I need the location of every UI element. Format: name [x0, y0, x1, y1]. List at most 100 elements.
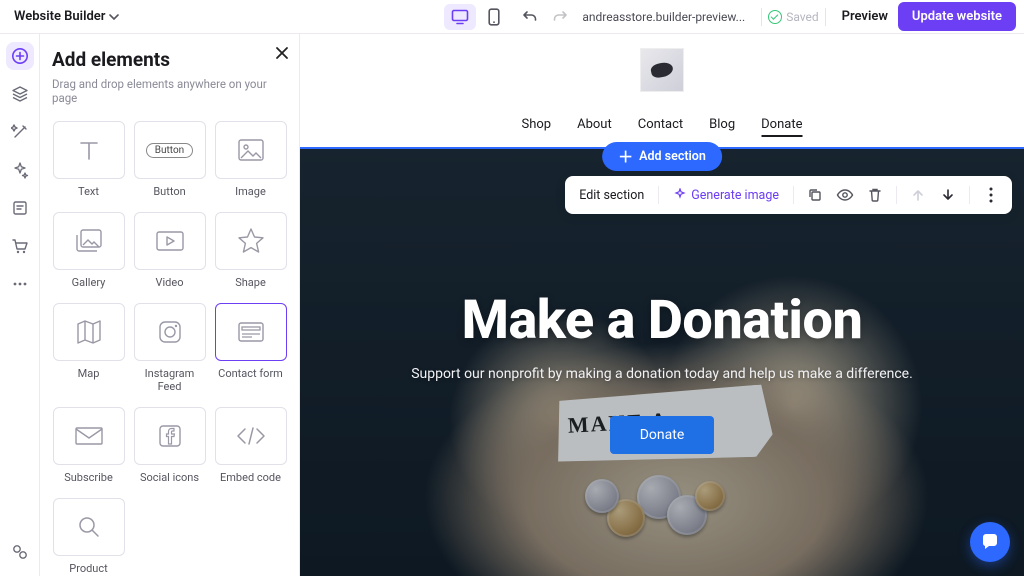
site-nav: Shop About Contact Blog Donate — [522, 117, 803, 137]
sparkle-icon — [11, 161, 29, 179]
element-label: Shape — [235, 276, 266, 289]
video-icon — [154, 229, 186, 253]
code-icon — [235, 426, 267, 446]
styles-rail-button[interactable] — [6, 118, 34, 146]
map-icon — [74, 318, 104, 346]
redo-button[interactable] — [548, 5, 572, 29]
element-label: Image — [235, 185, 266, 198]
wand-icon — [11, 123, 29, 141]
element-label: Video — [156, 276, 184, 289]
divider — [658, 186, 659, 204]
element-text[interactable] — [53, 121, 125, 179]
sections-rail-button[interactable] — [6, 80, 34, 108]
element-label: Embed code — [220, 471, 281, 484]
close-icon — [275, 46, 289, 60]
store-rail-button[interactable] — [6, 232, 34, 260]
save-status: Saved — [768, 10, 818, 24]
form-icon — [236, 320, 266, 344]
undo-icon — [522, 9, 538, 25]
preview-url[interactable]: andreasstore.builder-preview... — [582, 10, 745, 24]
help-chat-button[interactable] — [970, 522, 1010, 562]
move-up-button[interactable] — [905, 182, 931, 208]
element-product-search[interactable] — [53, 498, 125, 556]
dots-icon — [11, 281, 29, 287]
nav-item-blog[interactable]: Blog — [709, 117, 735, 137]
donate-button[interactable]: Donate — [610, 416, 715, 454]
element-button[interactable]: Button — [134, 121, 206, 179]
add-elements-rail-button[interactable] — [6, 42, 34, 70]
saved-label: Saved — [786, 10, 818, 24]
site-header[interactable]: Shop About Contact Blog Donate — [300, 34, 1024, 149]
left-rail — [0, 34, 40, 576]
element-map[interactable] — [53, 303, 125, 361]
nav-item-donate[interactable]: Donate — [761, 117, 802, 137]
star-icon — [236, 226, 266, 256]
element-subscribe[interactable] — [53, 407, 125, 465]
app-title-label: Website Builder — [14, 9, 105, 24]
nav-item-contact[interactable]: Contact — [638, 117, 683, 137]
element-instagram-feed[interactable] — [134, 303, 206, 361]
hero-subtext[interactable]: Support our nonprofit by making a donati… — [411, 366, 913, 382]
panel-title: Add elements — [52, 48, 287, 71]
envelope-icon — [73, 424, 105, 448]
divider — [825, 8, 826, 26]
update-website-button[interactable]: Update website — [898, 2, 1016, 31]
element-label: Subscribe — [64, 471, 113, 484]
divider — [969, 186, 970, 204]
undo-button[interactable] — [518, 5, 542, 29]
element-contact-form[interactable] — [215, 303, 287, 361]
ai-rail-button[interactable] — [6, 156, 34, 184]
element-embed-code[interactable] — [215, 407, 287, 465]
site-logo[interactable] — [640, 48, 684, 92]
add-section-label: Add section — [639, 149, 706, 164]
element-label: Button — [153, 185, 185, 198]
element-shape[interactable] — [215, 212, 287, 270]
element-label: Text — [78, 185, 99, 198]
visibility-button[interactable] — [832, 182, 858, 208]
note-icon — [11, 199, 29, 217]
element-social-icons[interactable] — [134, 407, 206, 465]
settings-rail-button[interactable] — [6, 538, 34, 566]
move-down-button[interactable] — [935, 182, 961, 208]
divider — [761, 8, 762, 26]
eye-icon — [836, 188, 854, 202]
more-options-button[interactable] — [978, 182, 1004, 208]
elements-grid: Text Button Button Image Gallery Video Sh… — [52, 121, 287, 576]
preview-button[interactable]: Preview — [842, 9, 888, 24]
element-label: Social icons — [140, 471, 199, 484]
generate-image-button[interactable]: Generate image — [667, 184, 785, 207]
hero-heading[interactable]: Make a Donation — [462, 289, 863, 352]
blog-rail-button[interactable] — [6, 194, 34, 222]
element-label: Gallery — [72, 276, 106, 289]
button-chip-icon: Button — [146, 143, 193, 158]
nav-item-about[interactable]: About — [577, 117, 612, 137]
element-video[interactable] — [134, 212, 206, 270]
sparkle-icon — [673, 188, 687, 202]
edit-section-button[interactable]: Edit section — [573, 184, 650, 207]
more-rail-button[interactable] — [6, 270, 34, 298]
nav-item-shop[interactable]: Shop — [522, 117, 552, 137]
delete-button[interactable] — [862, 182, 888, 208]
copy-icon — [807, 187, 823, 203]
add-elements-panel: Add elements Drag and drop elements anyw… — [40, 34, 300, 576]
redo-icon — [552, 9, 568, 25]
app-title-dropdown[interactable]: Website Builder — [8, 5, 125, 28]
element-image[interactable] — [215, 121, 287, 179]
canvas-area: Shop About Contact Blog Donate ＋ Add sec… — [300, 34, 1024, 576]
instagram-icon — [156, 318, 184, 346]
search-icon — [75, 513, 103, 541]
duplicate-button[interactable] — [802, 182, 828, 208]
divider — [896, 186, 897, 204]
mobile-view-button[interactable] — [478, 4, 510, 30]
dots-vertical-icon — [989, 187, 993, 203]
divider — [793, 186, 794, 204]
arrow-up-icon — [911, 188, 925, 202]
desktop-view-button[interactable] — [444, 4, 476, 30]
cart-icon — [11, 237, 29, 255]
add-section-button[interactable]: ＋ Add section — [602, 142, 722, 171]
panel-subtitle: Drag and drop elements anywhere on your … — [52, 77, 287, 105]
close-panel-button[interactable] — [275, 46, 289, 60]
element-gallery[interactable] — [53, 212, 125, 270]
link-icon — [11, 543, 29, 561]
image-icon — [236, 137, 266, 163]
